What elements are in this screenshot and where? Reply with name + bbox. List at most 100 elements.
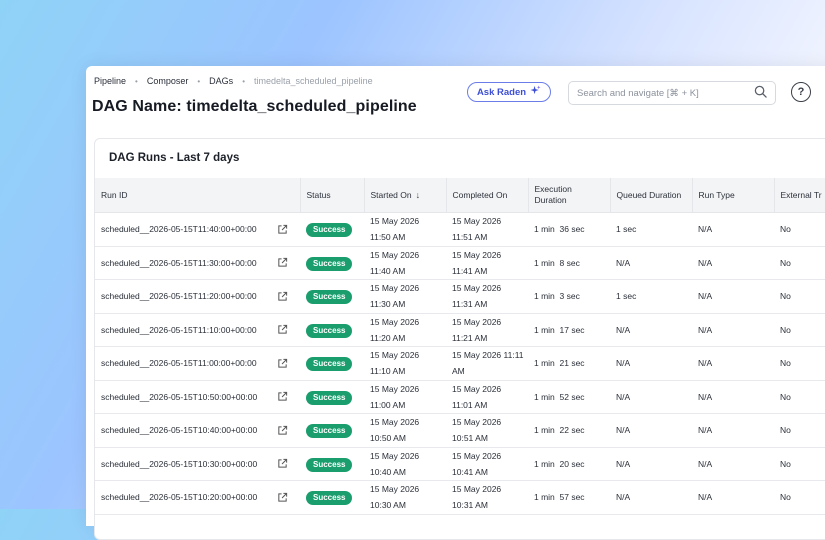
cell-status: Success — [300, 346, 364, 381]
header-run-type[interactable]: Run Type — [692, 178, 775, 213]
header-execution-duration[interactable]: Execution Duration — [528, 178, 611, 213]
run-id-link[interactable]: scheduled__2026-05-15T10:20:00+00:00 — [101, 489, 257, 505]
card-title: DAG Runs - Last 7 days — [109, 152, 240, 164]
cell-external-trigger: No — [774, 212, 825, 247]
search-input[interactable]: Search and navigate [⌘ + K] — [568, 81, 776, 105]
started-time: 11:10 AM — [370, 366, 406, 377]
cell-run-type: N/A — [692, 279, 774, 314]
external-link-icon[interactable] — [277, 324, 288, 335]
started-time: 11:50 AM — [370, 232, 406, 243]
completed-date: 15 May 2026 — [452, 316, 502, 327]
started-time: 10:50 AM — [370, 433, 406, 444]
table-row[interactable]: scheduled__2026-05-15T10:30:00+00:00 Succ… — [95, 447, 825, 481]
completed-date: 15 May 2026 — [452, 417, 502, 428]
cell-started-on: 15 May 2026 11:10 AM — [364, 346, 446, 381]
cell-queued-duration: 1 sec — [610, 212, 692, 247]
cell-started-on: 15 May 2026 11:20 AM — [364, 313, 446, 347]
breadcrumb-current: timedelta_scheduled_pipeline — [254, 76, 373, 86]
completed-time: AM — [452, 366, 465, 377]
run-id-link[interactable]: scheduled__2026-05-15T10:30:00+00:00 — [101, 456, 257, 472]
table-header-row: Run ID Status Started On ↓ Completed On E… — [95, 178, 825, 213]
header-completed-on[interactable]: Completed On — [446, 178, 529, 213]
completed-date: 15 May 2026 — [452, 216, 502, 227]
external-link-icon[interactable] — [277, 358, 288, 369]
started-date: 15 May 2026 — [370, 450, 420, 461]
cell-execution-duration: 1 min 3 sec — [528, 279, 610, 314]
dag-runs-card: DAG Runs - Last 7 days Run ID Status Sta… — [94, 138, 825, 540]
cell-external-trigger: No — [774, 246, 825, 280]
arrow-down-icon[interactable]: ↓ — [416, 190, 421, 200]
completed-date: 15 May 2026 — [452, 283, 502, 294]
table-row[interactable]: scheduled__2026-05-15T10:50:00+00:00 Succ… — [95, 380, 825, 414]
table-row[interactable]: scheduled__2026-05-15T11:00:00+00:00 Succ… — [95, 346, 825, 381]
ask-raden-button[interactable]: Ask Raden — [467, 82, 551, 102]
table-row[interactable]: scheduled__2026-05-15T11:40:00+00:00 Succ… — [95, 212, 825, 247]
started-date: 15 May 2026 — [370, 417, 420, 428]
external-link-icon[interactable] — [277, 257, 288, 268]
completed-date: 15 May 2026 — [452, 484, 502, 495]
completed-time: 11:31 AM — [452, 299, 488, 310]
cell-queued-duration: N/A — [610, 346, 692, 381]
run-id-link[interactable]: scheduled__2026-05-15T11:00:00+00:00 — [101, 355, 257, 371]
breadcrumb-composer[interactable]: Composer — [147, 76, 189, 86]
breadcrumb-separator: • — [135, 76, 138, 86]
table-row[interactable]: scheduled__2026-05-15T11:20:00+00:00 Succ… — [95, 279, 825, 314]
cell-status: Success — [300, 447, 364, 481]
header-started-on-label: Started On — [370, 189, 412, 200]
external-link-icon[interactable] — [277, 291, 288, 302]
status-badge: Success — [306, 457, 353, 472]
cell-external-trigger: No — [774, 346, 825, 381]
external-link-icon[interactable] — [277, 425, 288, 436]
cell-started-on: 15 May 2026 11:30 AM — [364, 279, 446, 314]
cell-execution-duration: 1 min 21 sec — [528, 346, 610, 381]
status-badge: Success — [306, 491, 353, 506]
cell-queued-duration: N/A — [610, 413, 692, 448]
completed-time: 10:41 AM — [452, 466, 488, 477]
status-badge: Success — [306, 357, 353, 372]
started-time: 11:40 AM — [370, 265, 406, 276]
breadcrumb-separator: • — [242, 76, 245, 86]
run-id-link[interactable]: scheduled__2026-05-15T11:10:00+00:00 — [101, 322, 257, 338]
external-link-icon[interactable] — [277, 492, 288, 503]
cell-run-id: scheduled__2026-05-15T11:10:00+00:00 — [95, 313, 300, 347]
cell-completed-on: 15 May 2026 11:21 AM — [446, 313, 528, 347]
header-queued-duration[interactable]: Queued Duration — [610, 178, 693, 213]
breadcrumb-pipeline[interactable]: Pipeline — [94, 76, 126, 86]
page-title: DAG Name: timedelta_scheduled_pipeline — [92, 98, 417, 115]
started-time: 11:20 AM — [370, 332, 406, 343]
search-icon[interactable] — [754, 85, 767, 101]
cell-started-on: 15 May 2026 11:00 AM — [364, 380, 446, 414]
external-link-icon[interactable] — [277, 458, 288, 469]
header-status[interactable]: Status — [300, 178, 365, 213]
header-run-id[interactable]: Run ID — [95, 178, 301, 213]
cell-run-type: N/A — [692, 246, 774, 280]
breadcrumb-dags[interactable]: DAGs — [209, 76, 233, 86]
cell-queued-duration: N/A — [610, 447, 692, 481]
breadcrumb-separator: • — [197, 76, 201, 86]
help-icon[interactable]: ? — [791, 82, 811, 102]
cell-external-trigger: No — [774, 279, 825, 314]
external-link-icon[interactable] — [277, 391, 288, 402]
table-row[interactable]: scheduled__2026-05-15T11:30:00+00:00 Succ… — [95, 246, 825, 280]
cell-execution-duration: 1 min 52 sec — [528, 380, 610, 414]
cell-execution-duration: 1 min 17 sec — [528, 313, 610, 347]
dag-runs-table: Run ID Status Started On ↓ Completed On E… — [95, 178, 825, 515]
status-badge: Success — [306, 390, 353, 405]
header-started-on[interactable]: Started On ↓ — [364, 178, 447, 213]
run-id-link[interactable]: scheduled__2026-05-15T11:30:00+00:00 — [101, 255, 257, 271]
run-id-link[interactable]: scheduled__2026-05-15T10:40:00+00:00 — [101, 422, 257, 438]
external-link-icon[interactable] — [277, 224, 288, 235]
cell-completed-on: 15 May 2026 11:41 AM — [446, 246, 528, 280]
run-id-link[interactable]: scheduled__2026-05-15T10:50:00+00:00 — [101, 389, 257, 405]
started-date: 15 May 2026 — [370, 249, 420, 260]
run-id-link[interactable]: scheduled__2026-05-15T11:40:00+00:00 — [101, 221, 257, 237]
cell-run-type: N/A — [692, 346, 774, 381]
header-external-trigger[interactable]: External Tr — [774, 178, 825, 213]
run-id-link[interactable]: scheduled__2026-05-15T11:20:00+00:00 — [101, 288, 257, 304]
started-date: 15 May 2026 — [370, 484, 420, 495]
cell-queued-duration: N/A — [610, 313, 692, 347]
cell-run-id: scheduled__2026-05-15T11:40:00+00:00 — [95, 212, 300, 247]
cell-run-id: scheduled__2026-05-15T10:40:00+00:00 — [95, 413, 300, 448]
table-row[interactable]: scheduled__2026-05-15T11:10:00+00:00 Succ… — [95, 313, 825, 347]
table-row[interactable]: scheduled__2026-05-15T10:40:00+00:00 Succ… — [95, 413, 825, 448]
